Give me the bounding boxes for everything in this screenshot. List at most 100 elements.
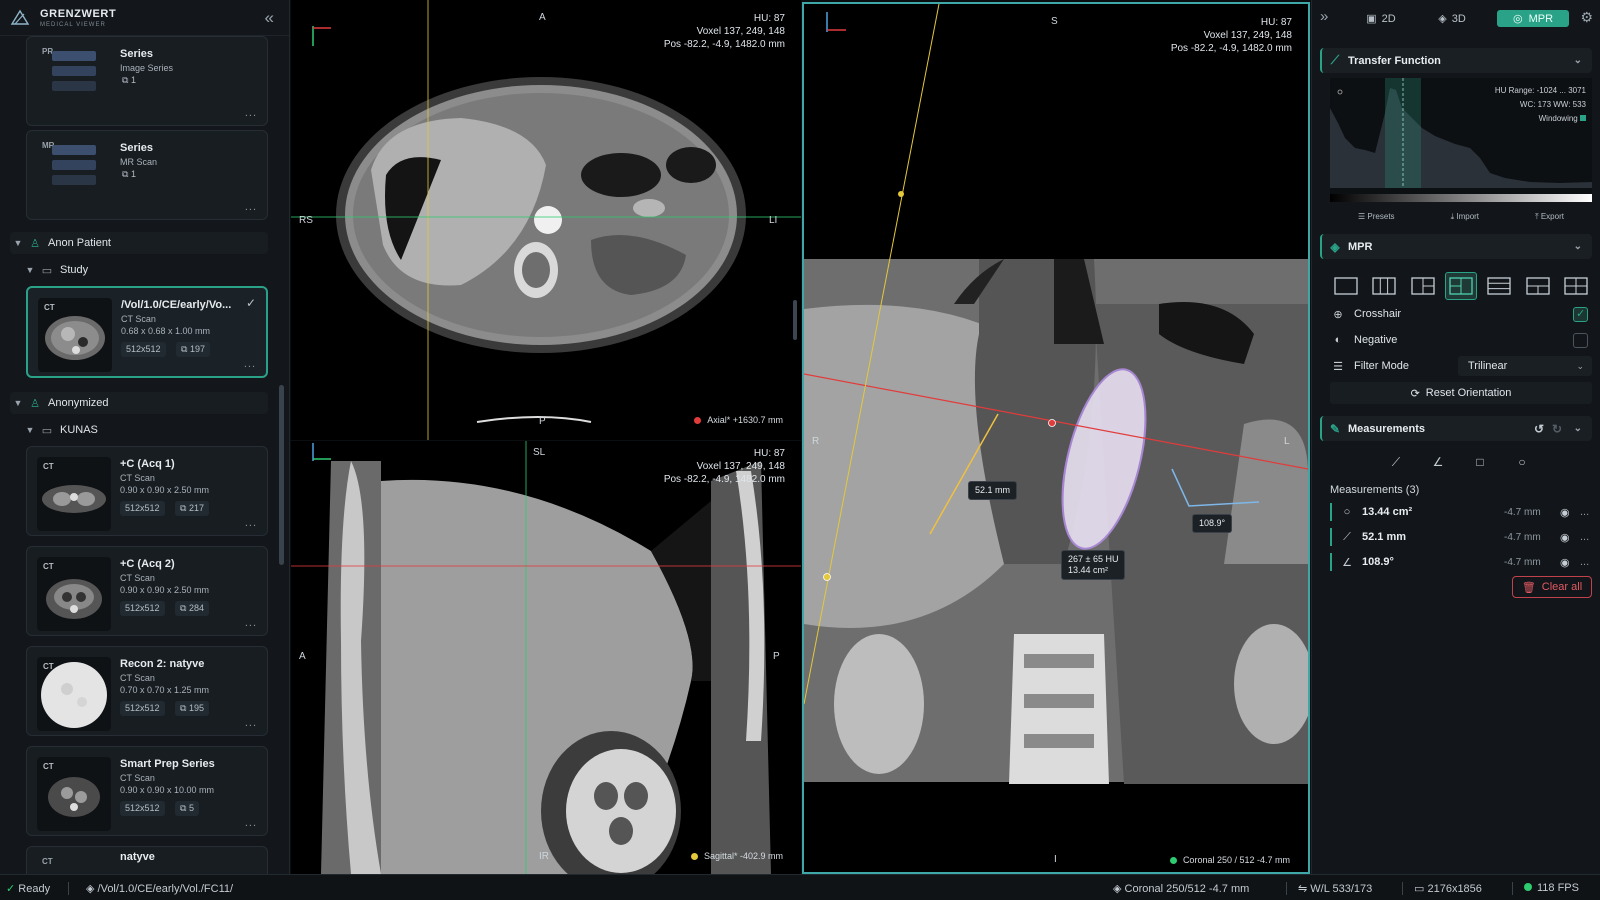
series-card[interactable]: CT natyve: [26, 846, 268, 874]
axial-viewport[interactable]: A RS LI P HU: 87 Voxel 137, 249, 148 Pos…: [291, 0, 801, 440]
patient-group-anon-patient[interactable]: ▼ ♙ Anon Patient: [10, 232, 268, 254]
eye-icon[interactable]: ◉: [1560, 531, 1570, 544]
series-card[interactable]: CT +C (Acq 2) CT Scan 0.90 x 0.90 x 2.50…: [26, 546, 268, 636]
more-options-button[interactable]: ...: [244, 358, 256, 370]
crosshair-row[interactable]: ⊕ Crosshair: [1330, 304, 1592, 324]
mode-mpr-button[interactable]: ◎ MPR: [1497, 10, 1569, 27]
ellipse-tool-button[interactable]: ○: [1510, 452, 1534, 472]
more-options-button[interactable]: ...: [245, 617, 257, 629]
layout-three-rows-button[interactable]: [1483, 272, 1515, 300]
measurement-row[interactable]: ○ 13.44 cm² -4.7 mm ◉ ...: [1330, 503, 1592, 521]
series-dimensions: 0.68 x 0.68 x 1.00 mm: [121, 326, 211, 336]
series-card[interactable]: CT Recon 2: natyve CT Scan 0.70 x 0.70 x…: [26, 646, 268, 736]
layout-grid-button[interactable]: [1560, 272, 1592, 300]
transfer-function-section-header[interactable]: ⟋ Transfer Function ⌄: [1320, 48, 1592, 73]
more-options-button[interactable]: ...: [245, 201, 257, 213]
expand-panel-icon[interactable]: »: [1320, 8, 1328, 25]
series-card[interactable]: CT Smart Prep Series CT Scan 0.90 x 0.90…: [26, 746, 268, 836]
patient-group-anonymized[interactable]: ▼ ♙ Anonymized: [10, 392, 268, 414]
section-title: Transfer Function: [1348, 54, 1441, 67]
series-dimensions: 0.70 x 0.70 x 1.25 mm: [120, 685, 210, 695]
more-options-button[interactable]: ...: [245, 717, 257, 729]
study-group-kunas[interactable]: ▼ ▭ KUNAS: [22, 419, 280, 441]
collapse-sidebar-icon[interactable]: «: [265, 9, 274, 27]
rectangle-tool-button[interactable]: □: [1468, 452, 1492, 472]
distance-measurement-label[interactable]: 52.1 mm: [968, 481, 1018, 500]
series-title: Series: [120, 48, 154, 60]
series-card-pr[interactable]: PR Series Image Series ⧉ 1 ...: [26, 36, 268, 126]
layout-top-main-button[interactable]: [1522, 272, 1554, 300]
orientation-top: SL: [533, 447, 546, 458]
sagittal-viewport[interactable]: SL A P IR HU: 87 Voxel 137, 249, 148 Pos…: [291, 441, 801, 874]
eye-icon[interactable]: ◉: [1560, 556, 1570, 569]
matrix-badge: 512x512: [120, 501, 165, 516]
study-group[interactable]: ▼ ▭ Study: [22, 259, 280, 281]
series-browser[interactable]: PR Series Image Series ⧉ 1 ... MR Series…: [0, 36, 289, 874]
series-title: Series: [120, 142, 154, 154]
gear-icon[interactable]: ⚙: [1580, 9, 1593, 26]
series-card[interactable]: CT +C (Acq 1) CT Scan 0.90 x 0.90 x 2.50…: [26, 446, 268, 536]
measurement-z: -4.7 mm: [1504, 506, 1541, 518]
axial-scrollbar[interactable]: [793, 300, 797, 340]
ruler-tool-button[interactable]: ⟋: [1384, 452, 1408, 472]
study-name: KUNAS: [60, 424, 98, 436]
undo-icon[interactable]: ↺: [1534, 422, 1544, 436]
position-value: Pos -82.2, -4.9, 1482.0 mm: [663, 39, 785, 50]
filter-mode-select[interactable]: Trilinear ⌄: [1458, 356, 1592, 376]
measurements-section-header[interactable]: ✎ Measurements ↺ ↻ ⌄: [1320, 416, 1592, 441]
layout-three-columns-button[interactable]: [1368, 272, 1400, 300]
roi-measurement-label[interactable]: 267 ± 65 HU 13.44 cm²: [1061, 550, 1126, 580]
export-button[interactable]: ⤒ Export: [1535, 212, 1564, 226]
layers-icon: ◈: [1113, 883, 1122, 895]
measurement-row[interactable]: ⟋ 52.1 mm -4.7 mm ◉ ...: [1330, 528, 1592, 546]
grayscale-ramp[interactable]: [1330, 194, 1592, 202]
eye-icon[interactable]: ◉: [1560, 506, 1570, 519]
layout-single-button[interactable]: [1330, 272, 1362, 300]
chevron-double-down-icon: ⌄: [1573, 55, 1582, 66]
sidebar: GRENZWERT MEDICAL VIEWER « PR Series Ima…: [0, 0, 290, 874]
status-bar: ✓ Ready ◈ /Vol/1.0/CE/early/Vol./FC11/ ◈…: [0, 874, 1600, 900]
negative-row[interactable]: ◐ Negative: [1330, 330, 1592, 350]
series-card-selected[interactable]: CT /Vol/1.0/CE/early/Vo... ✓ CT Scan 0.6…: [26, 286, 268, 378]
angle-tool-button[interactable]: ∠: [1426, 452, 1450, 472]
redo-icon[interactable]: ↻: [1552, 422, 1562, 436]
status-fps: 118 FPS: [1524, 882, 1579, 894]
more-options-button[interactable]: ...: [1580, 531, 1589, 543]
negative-checkbox[interactable]: [1573, 332, 1588, 348]
transfer-function-histogram[interactable]: HU Range: -1024 ... 3071 WC: 173 WW: 533…: [1330, 78, 1592, 202]
sagittal-info-overlay: HU: 87 Voxel 137, 249, 148 Pos -82.2, -4…: [664, 447, 785, 486]
axis-orientation-icon: [312, 443, 331, 461]
more-options-button[interactable]: ...: [245, 107, 257, 119]
coronal-viewport[interactable]: S R L I HU: 87 Voxel 137, 249, 148 Pos -…: [802, 2, 1310, 874]
sagittal-slice-label: Sagittal* -402.9 mm: [690, 851, 783, 861]
presets-button[interactable]: ☰ Presets: [1358, 212, 1395, 226]
orientation-left: RS: [299, 215, 313, 226]
folder-icon: ▭: [41, 424, 53, 437]
modality-badge: CT: [43, 662, 54, 671]
mode-3d-button[interactable]: ◈ 3D: [1430, 10, 1474, 27]
mode-2d-button[interactable]: ▣ 2D: [1360, 10, 1402, 27]
sidebar-scrollbar[interactable]: [279, 385, 284, 565]
layout-right-main-button[interactable]: [1444, 272, 1477, 300]
measurement-row[interactable]: ∠ 108.9° -4.7 mm ◉ ...: [1330, 553, 1592, 571]
orientation-right: LI: [769, 215, 778, 226]
more-options-button[interactable]: ...: [1580, 506, 1589, 518]
status-slice: ◈ Coronal 250/512 -4.7 mm: [1113, 883, 1250, 895]
more-options-button[interactable]: ...: [245, 517, 257, 529]
more-options-button[interactable]: ...: [1580, 556, 1589, 568]
reset-orientation-button[interactable]: ⟳ Reset Orientation: [1330, 382, 1592, 404]
measurement-z: -4.7 mm: [1504, 556, 1541, 568]
more-options-button[interactable]: ...: [245, 817, 257, 829]
crosshair-checkbox[interactable]: [1573, 306, 1588, 322]
angle-measurement-label[interactable]: 108.9°: [1192, 514, 1233, 533]
layout-left-main-button[interactable]: [1407, 272, 1439, 300]
modality-badge: CT: [44, 303, 55, 312]
clear-all-button[interactable]: 🗑 Clear all: [1512, 576, 1592, 598]
voxel-value: Voxel 137, 249, 148: [696, 461, 785, 472]
contrast-icon: ◐: [1334, 334, 1342, 346]
series-card-mr[interactable]: MR Series MR Scan ⧉ 1 ...: [26, 130, 268, 220]
sliders-icon: ☰: [1333, 360, 1343, 373]
import-button[interactable]: ⤓ Import: [1451, 212, 1479, 226]
filter-mode-row: ☰ Filter Mode Trilinear ⌄: [1330, 356, 1592, 376]
mpr-section-header[interactable]: ◈ MPR ⌄: [1320, 234, 1592, 259]
